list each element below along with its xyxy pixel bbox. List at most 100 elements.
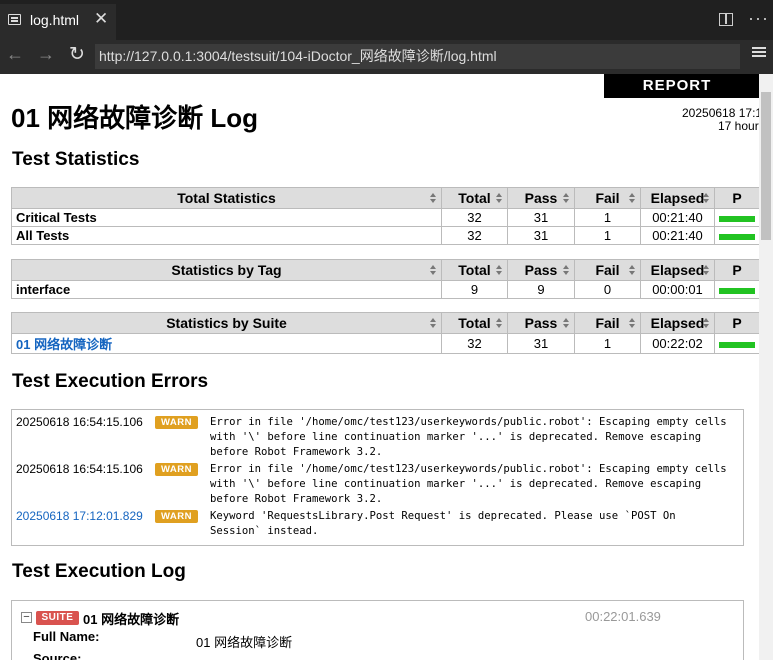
source-label: Source: bbox=[33, 651, 82, 660]
sort-icon bbox=[703, 318, 710, 329]
test-statistics-heading: Test Statistics bbox=[12, 149, 140, 170]
stat-total: 32 bbox=[441, 226, 508, 245]
column-header-fail[interactable]: Fail bbox=[574, 312, 641, 334]
stat-total: 32 bbox=[441, 208, 508, 227]
suite-statistics-header[interactable]: Statistics by Suite bbox=[11, 312, 442, 334]
sort-icon bbox=[563, 193, 570, 204]
column-header-pass[interactable]: Pass bbox=[507, 187, 575, 209]
column-header-fail[interactable]: Fail bbox=[574, 187, 641, 209]
column-header-pass[interactable]: Pass bbox=[507, 259, 575, 281]
sort-icon bbox=[629, 318, 636, 329]
execution-log-heading: Test Execution Log bbox=[12, 561, 186, 582]
suite-name[interactable]: 01 网络故障诊断 bbox=[83, 609, 179, 628]
sort-icon bbox=[496, 193, 503, 204]
sort-icon bbox=[629, 265, 636, 276]
table-row: All Tests 32 31 1 00:21:40 bbox=[11, 226, 760, 245]
sort-icon bbox=[496, 265, 503, 276]
close-tab-icon[interactable]: ✕ bbox=[94, 9, 108, 29]
error-timestamp: 20250618 16:54:15.106 bbox=[16, 462, 143, 476]
column-header-pass-fail[interactable]: P bbox=[714, 187, 760, 209]
pass-fail-bar-cell bbox=[714, 226, 760, 245]
stat-total: 9 bbox=[441, 280, 508, 299]
browser-tab[interactable]: log.html ✕ bbox=[0, 4, 116, 40]
stat-name: Critical Tests bbox=[11, 208, 442, 227]
suite-link[interactable]: 01 网络故障诊断 bbox=[11, 333, 442, 354]
sort-icon bbox=[430, 265, 437, 276]
full-name-label: Full Name: bbox=[33, 629, 100, 644]
report-button[interactable]: REPORT bbox=[604, 74, 760, 98]
column-header-elapsed[interactable]: Elapsed bbox=[640, 312, 715, 334]
column-header-fail[interactable]: Fail bbox=[574, 259, 641, 281]
suite-badge: SUITE bbox=[36, 611, 79, 625]
collapse-toggle-icon[interactable]: − bbox=[21, 612, 32, 623]
table-row: Critical Tests 32 31 1 00:21:40 bbox=[11, 208, 760, 227]
stat-fail: 0 bbox=[574, 280, 641, 299]
error-message: Error in file '/home/omc/test123/userkey… bbox=[210, 463, 734, 505]
stat-fail: 1 bbox=[574, 333, 641, 354]
more-options-icon[interactable]: ··· bbox=[748, 8, 769, 29]
stat-pass: 31 bbox=[507, 226, 575, 245]
column-header-total[interactable]: Total bbox=[441, 312, 508, 334]
pass-bar bbox=[719, 341, 755, 348]
stat-pass: 31 bbox=[507, 208, 575, 227]
tag-statistics-header[interactable]: Statistics by Tag bbox=[11, 259, 442, 281]
tab-bar: log.html ✕ ··· bbox=[0, 0, 773, 40]
suite-elapsed: 00:22:01.639 bbox=[585, 609, 661, 624]
tab-title: log.html bbox=[30, 12, 80, 28]
table-row: interface 9 9 0 00:00:01 bbox=[11, 280, 760, 299]
column-header-pass-fail[interactable]: P bbox=[714, 312, 760, 334]
error-timestamp: 20250618 16:54:15.106 bbox=[16, 415, 143, 429]
errors-list: 20250618 16:54:15.106 WARN Error in file… bbox=[11, 409, 744, 546]
total-statistics-header[interactable]: Total Statistics bbox=[11, 187, 442, 209]
stat-elapsed: 00:21:40 bbox=[640, 226, 715, 245]
forward-arrow-icon[interactable]: → bbox=[37, 44, 55, 65]
tag-statistics-table: Statistics by Tag Total Pass Fail Elapse… bbox=[11, 259, 760, 299]
column-header-total[interactable]: Total bbox=[441, 187, 508, 209]
stat-name: All Tests bbox=[11, 226, 442, 245]
stat-elapsed: 00:00:01 bbox=[640, 280, 715, 299]
errors-heading: Test Execution Errors bbox=[12, 371, 209, 392]
sort-icon bbox=[496, 318, 503, 329]
reload-icon[interactable]: ↻ bbox=[69, 43, 85, 66]
scrollbar-thumb[interactable] bbox=[761, 92, 771, 240]
sort-icon bbox=[563, 265, 570, 276]
pass-fail-bar-cell bbox=[714, 208, 760, 227]
column-header-elapsed[interactable]: Elapsed bbox=[640, 259, 715, 281]
page-title: 01 网络故障诊断 Log bbox=[11, 103, 259, 133]
column-header-pass[interactable]: Pass bbox=[507, 312, 575, 334]
pass-fail-bar-cell bbox=[714, 280, 760, 299]
sort-icon bbox=[629, 193, 636, 204]
sort-icon bbox=[703, 193, 710, 204]
page-content: REPORT 20250618 17:1 17 hours 01 网络故障诊断 … bbox=[0, 74, 773, 660]
pass-bar bbox=[719, 215, 755, 222]
column-header-pass-fail[interactable]: P bbox=[714, 259, 760, 281]
table-row: 01 网络故障诊断 32 31 1 00:22:02 bbox=[11, 333, 760, 354]
stat-name: interface bbox=[11, 280, 442, 299]
sort-icon bbox=[703, 265, 710, 276]
generated-ago: 17 hours bbox=[718, 119, 765, 133]
full-name-value: 01 网络故障诊断 bbox=[196, 635, 293, 650]
error-message: Keyword 'RequestsLibrary.Post Request' i… bbox=[210, 510, 682, 537]
column-header-total[interactable]: Total bbox=[441, 259, 508, 281]
total-statistics-table: Total Statistics Total Pass Fail Elapsed… bbox=[11, 187, 760, 245]
column-header-elapsed[interactable]: Elapsed bbox=[640, 187, 715, 209]
sort-icon bbox=[430, 193, 437, 204]
error-timestamp-link[interactable]: 20250618 17:12:01.829 bbox=[16, 509, 143, 523]
warn-badge: WARN bbox=[155, 510, 198, 523]
stat-fail: 1 bbox=[574, 226, 641, 245]
stat-elapsed: 00:22:02 bbox=[640, 333, 715, 354]
pass-bar bbox=[719, 287, 755, 294]
stat-fail: 1 bbox=[574, 208, 641, 227]
hamburger-menu-icon[interactable] bbox=[752, 47, 766, 59]
address-bar[interactable]: http://127.0.0.1:3004/testsuit/104-iDoct… bbox=[95, 44, 740, 69]
vertical-scrollbar[interactable] bbox=[759, 74, 773, 660]
pass-fail-bar-cell bbox=[714, 333, 760, 354]
back-arrow-icon[interactable]: ← bbox=[6, 44, 24, 65]
document-icon bbox=[8, 14, 21, 25]
warn-badge: WARN bbox=[155, 416, 198, 429]
generated-timestamp: 20250618 17:1 bbox=[682, 106, 763, 120]
stat-elapsed: 00:21:40 bbox=[640, 208, 715, 227]
stat-pass: 31 bbox=[507, 333, 575, 354]
split-view-icon[interactable] bbox=[719, 13, 733, 26]
suite-log-panel: − SUITE 01 网络故障诊断 00:22:01.639 Full Name… bbox=[11, 600, 744, 660]
